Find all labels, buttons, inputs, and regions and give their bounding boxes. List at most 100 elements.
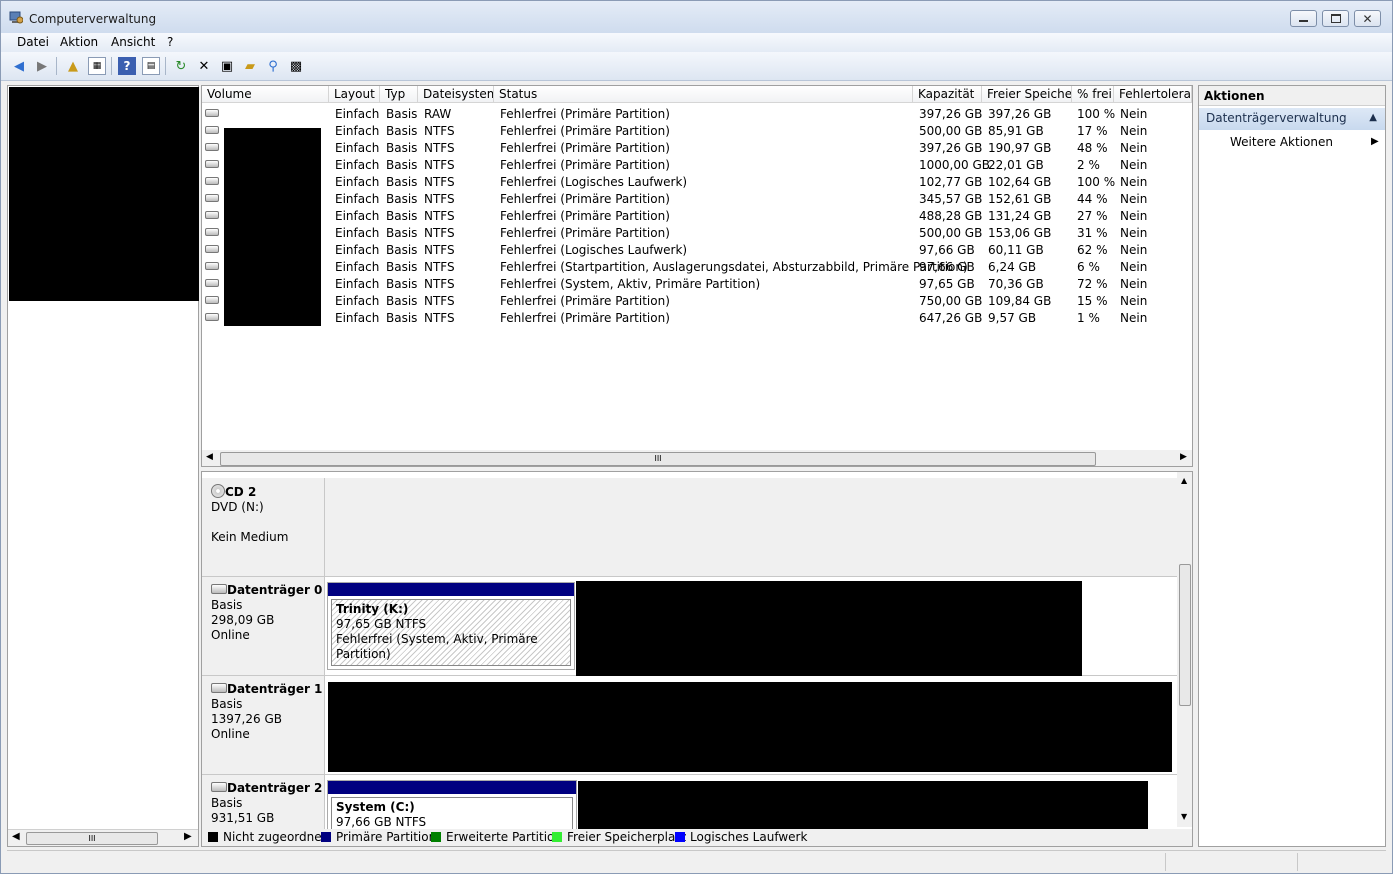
restore-button[interactable] <box>1322 10 1349 27</box>
table-cell: Fehlerfrei (Logisches Laufwerk) <box>500 175 688 189</box>
title-bar[interactable]: Computerverwaltung ✕ <box>1 1 1392 33</box>
table-cell: 44 % <box>1077 192 1108 206</box>
minimize-button[interactable] <box>1290 10 1317 27</box>
disk-row-1[interactable]: Datenträger 1 Basis 1397,26 GB Online <box>202 676 1177 775</box>
table-row[interactable]: Einfach Basis NTFS Fehlerfrei (System, Akti… <box>202 275 1192 292</box>
disk-name: Datenträger 0 <box>227 583 323 597</box>
table-cell: Nein <box>1120 243 1148 257</box>
table-row[interactable]: Einfach Basis NTFS Fehlerfrei (Primäre Part… <box>202 292 1192 309</box>
table-cell: 100 % <box>1077 175 1116 189</box>
table-cell: NTFS <box>424 192 455 206</box>
table-cell: NTFS <box>424 141 455 155</box>
table-row[interactable]: Einfach Basis NTFS Fehlerfrei (Primäre Part… <box>202 224 1192 241</box>
submenu-arrow-icon[interactable]: ▶ <box>1371 136 1379 147</box>
table-cell: 62 % <box>1077 243 1108 257</box>
open-folder-icon[interactable]: ▰ <box>241 57 259 75</box>
disk-row-2[interactable]: Datenträger 2 Basis 931,51 GB System (C:… <box>202 775 1177 840</box>
scroll-left-icon[interactable]: ◀ <box>12 831 20 842</box>
help-icon[interactable]: ? <box>118 57 136 75</box>
table-cell: 6 % <box>1077 260 1100 274</box>
col-layout[interactable]: Layout <box>329 86 380 103</box>
settings-icon[interactable]: ▩ <box>287 57 305 75</box>
back-arrow-icon[interactable]: ◀ <box>10 57 28 75</box>
col-status[interactable]: Status <box>494 86 913 103</box>
disk-icon <box>211 782 227 792</box>
properties-icon[interactable]: ▣ <box>218 57 236 75</box>
console-tree-icon[interactable]: ▦ <box>88 57 106 75</box>
table-cell: 647,26 GB <box>919 311 983 325</box>
table-cell: Nein <box>1120 141 1148 155</box>
table-row[interactable]: Einfach Basis NTFS Fehlerfrei (Primäre Part… <box>202 122 1192 139</box>
legend-swatch-free <box>552 832 562 842</box>
partition-trinity[interactable]: Trinity (K:) 97,65 GB NTFS Fehlerfrei (S… <box>327 582 575 670</box>
partition-status: Fehlerfrei (System, Aktiv, Primäre Parti… <box>336 632 538 661</box>
volume-scroll-thumb[interactable]: III <box>220 452 1096 466</box>
col-kapazitaet[interactable]: Kapazität <box>913 86 982 103</box>
table-cell: Basis <box>386 311 418 325</box>
table-cell: Einfach <box>335 311 380 325</box>
legend-label: Logisches Laufwerk <box>690 830 808 844</box>
col-freier-speicher[interactable]: Freier Speicher <box>982 86 1072 103</box>
disk-row-cd2[interactable]: CD 2 DVD (N:) Kein Medium <box>202 478 1177 577</box>
volume-list[interactable]: Volume Layout Typ Dateisystem Status Kap… <box>201 85 1193 467</box>
collapse-icon[interactable]: ▲ <box>1369 112 1377 123</box>
up-folder-icon[interactable]: ▲ <box>64 57 82 75</box>
scroll-right-icon[interactable]: ▶ <box>1180 452 1187 462</box>
col-volume[interactable]: Volume <box>202 86 329 103</box>
disk-row-0[interactable]: Datenträger 0 Basis 298,09 GB Online Tri… <box>202 577 1177 676</box>
table-row[interactable]: Einfach Basis NTFS Fehlerfrei (Primäre Part… <box>202 309 1192 326</box>
table-cell: Einfach <box>335 158 380 172</box>
col-dateisystem[interactable]: Dateisystem <box>418 86 494 103</box>
table-cell: NTFS <box>424 158 455 172</box>
volume-drive-icon <box>205 160 219 168</box>
delete-icon[interactable]: ✕ <box>195 57 213 75</box>
table-cell: Nein <box>1120 192 1148 206</box>
disk-map[interactable]: CD 2 DVD (N:) Kein Medium Datenträger 0 … <box>201 471 1193 847</box>
forward-arrow-icon[interactable]: ▶ <box>33 57 51 75</box>
col-prozent-frei[interactable]: % frei <box>1072 86 1114 103</box>
table-row[interactable]: Einfach Basis NTFS Fehlerfrei (Primäre Part… <box>202 139 1192 156</box>
table-cell: Basis <box>386 260 418 274</box>
table-cell: 31 % <box>1077 226 1108 240</box>
table-cell: Basis <box>386 192 418 206</box>
table-row[interactable]: Einfach Basis NTFS Fehlerfrei (Primäre Part… <box>202 207 1192 224</box>
table-row[interactable]: Einfach Basis NTFS Fehlerfrei (Logisches La… <box>202 241 1192 258</box>
table-row[interactable]: Einfach Basis NTFS Fehlerfrei (Primäre Part… <box>202 190 1192 207</box>
col-typ[interactable]: Typ <box>380 86 418 103</box>
table-cell: Fehlerfrei (Primäre Partition) <box>500 107 670 121</box>
scroll-left-icon[interactable]: ◀ <box>206 452 213 462</box>
menu-aktion[interactable]: Aktion <box>60 35 98 49</box>
table-cell: NTFS <box>424 124 455 138</box>
scroll-down-icon[interactable]: ▼ <box>1181 812 1187 821</box>
scroll-right-icon[interactable]: ▶ <box>184 831 192 842</box>
volume-drive-icon <box>205 245 219 253</box>
table-cell: Fehlerfrei (Primäre Partition) <box>500 226 670 240</box>
disk-scroll-thumb[interactable] <box>1179 564 1191 706</box>
col-fehlertoleranz[interactable]: Fehlertoleranz <box>1114 86 1192 103</box>
action-more-actions[interactable]: Weitere Aktionen <box>1230 135 1333 149</box>
legend-swatch-primary <box>321 832 331 842</box>
nav-scroll-thumb[interactable]: III <box>26 832 158 845</box>
menu-help[interactable]: ? <box>167 35 173 49</box>
menu-datei[interactable]: Datei <box>17 35 49 49</box>
table-row[interactable]: Einfach Basis NTFS Fehlerfrei (Startpartiti… <box>202 258 1192 275</box>
volume-horizontal-scrollbar[interactable]: ◀ III ▶ <box>202 450 1192 466</box>
search-icon[interactable]: ⚲ <box>264 57 282 75</box>
navigation-pane[interactable]: ◀ III ▶ <box>7 85 199 847</box>
table-row[interactable]: Einfach Basis NTFS Fehlerfrei (Primäre Part… <box>202 156 1192 173</box>
disk-type: Basis <box>211 796 243 810</box>
close-button[interactable]: ✕ <box>1354 10 1381 27</box>
table-cell: Nein <box>1120 226 1148 240</box>
table-row[interactable]: Einfach Basis NTFS Fehlerfrei (Logisches La… <box>202 173 1192 190</box>
table-cell: NTFS <box>424 311 455 325</box>
actions-section-disk-management[interactable]: Datenträgerverwaltung ▲ <box>1199 108 1385 130</box>
nav-horizontal-scrollbar[interactable]: ◀ III ▶ <box>8 829 198 846</box>
action-pane-icon[interactable]: ▤ <box>142 57 160 75</box>
menu-ansicht[interactable]: Ansicht <box>111 35 155 49</box>
table-row[interactable]: Einfach Basis RAW Fehlerfrei (Primäre Parti… <box>202 105 1192 122</box>
refresh-icon[interactable]: ↻ <box>172 57 190 75</box>
table-cell: Einfach <box>335 209 380 223</box>
table-cell: NTFS <box>424 243 455 257</box>
scroll-up-icon[interactable]: ▲ <box>1181 476 1187 485</box>
disk-vertical-scrollbar[interactable]: ▲ ▼ <box>1177 472 1192 827</box>
